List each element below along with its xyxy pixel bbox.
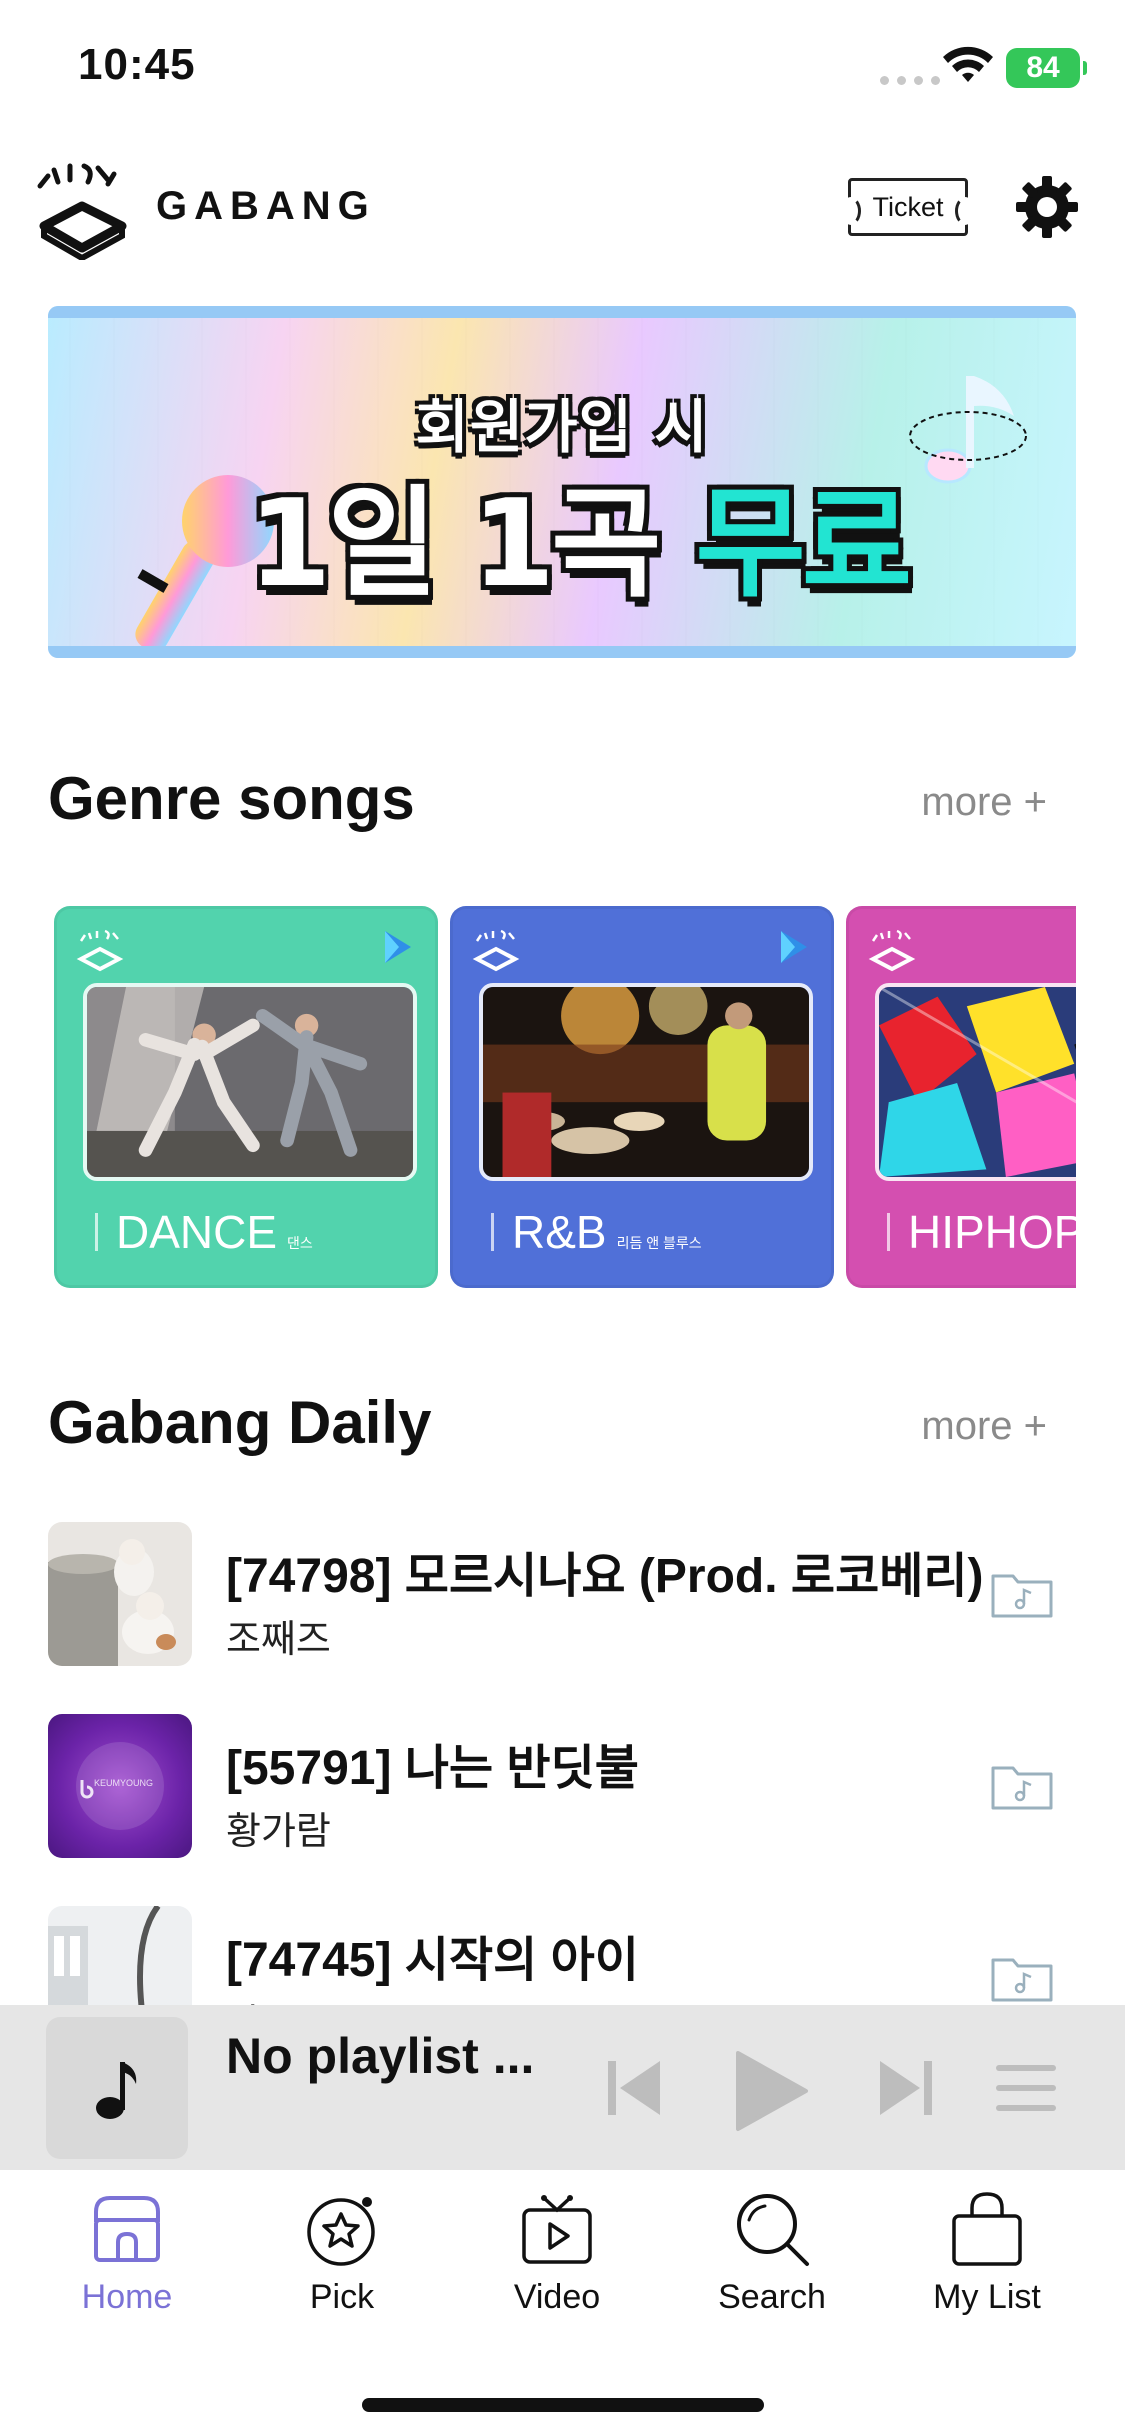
banner-top-stripe (48, 306, 1076, 318)
playlist-menu-icon[interactable] (996, 2065, 1056, 2111)
bottom-tab-bar: Home Pick Video Search My List (0, 2170, 1125, 2436)
genre-carousel[interactable]: DANCE 댄스 R&B 리듬 앤 블루스 HIPHOP (48, 900, 1076, 1295)
genre-name: HIPHOP (908, 1206, 1076, 1258)
daily-list-item[interactable]: [74798] 모르시나요 (Prod. 로코베리) 조째즈 (48, 1522, 1078, 1672)
tab-pick[interactable]: Pick (252, 2190, 432, 2330)
daily-section-title: Gabang Daily (48, 1389, 432, 1456)
song-artist: 황가람 (226, 1811, 331, 1853)
daily-list-item[interactable]: KEUMYOUNG [55791] 나는 반딧불 황가람 (48, 1714, 1078, 1864)
genre-card-rnb[interactable]: R&B 리듬 앤 블루스 (450, 906, 834, 1288)
status-bar: 10:45 84 (0, 0, 1125, 140)
song-title: [74745] 시작의 아이 (226, 1934, 639, 1987)
song-artist: 마크툽 (226, 1992, 331, 2005)
daily-list-item[interactable]: [74745] 시작의 아이 마크툽 (48, 1906, 1078, 2005)
previous-track-icon[interactable] (604, 2057, 664, 2119)
next-track-icon[interactable] (876, 2057, 936, 2119)
banner-bottom-stripe (48, 646, 1076, 658)
add-to-folder-icon[interactable] (990, 1758, 1054, 1812)
tab-label: Video (513, 2278, 601, 2316)
genre-card-dance[interactable]: DANCE 댄스 (54, 906, 438, 1288)
genre-name: R&B (512, 1206, 607, 1258)
genre-card-hiphop[interactable]: HIPHOP 힙합 (846, 906, 1076, 1288)
gabang-logo-icon (76, 929, 124, 972)
mini-player[interactable]: No playlist ... (0, 2005, 1125, 2170)
genre-card-title: DANCE 댄스 (95, 1205, 313, 1259)
genre-section-title: Genre songs (48, 765, 415, 832)
play-icon[interactable] (732, 2049, 810, 2133)
song-title: [74798] 모르시나요 (Prod. 로코베리) (226, 1550, 984, 1603)
banner-offer-accent: 무료 (695, 475, 912, 614)
tab-label: My List (933, 2278, 1041, 2316)
add-to-folder-icon[interactable] (990, 1950, 1054, 2004)
play-badge-icon (385, 931, 411, 963)
genre-subtitle: 리듬 앤 블루스 (616, 1235, 702, 1251)
genre-card-title: R&B 리듬 앤 블루스 (491, 1205, 702, 1259)
banner-offer-main: 1일 1곡 (248, 475, 662, 614)
genre-photo-dance (83, 983, 417, 1181)
music-note-icon (96, 2062, 137, 2119)
genre-subtitle: 댄스 (287, 1235, 313, 1251)
song-thumbnail (48, 1522, 192, 1666)
genre-card-title: HIPHOP 힙합 (887, 1205, 1076, 1259)
play-badge-icon (781, 931, 807, 963)
promo-banner[interactable]: 회원가입 시 1일 1곡 무료 (48, 306, 1076, 658)
gabang-logo-icon (868, 929, 916, 972)
tab-label: Pick (309, 2278, 375, 2316)
tab-home[interactable]: Home (37, 2190, 217, 2330)
now-playing-artwork (46, 2017, 188, 2159)
home-icon (94, 2196, 160, 2262)
search-icon (737, 2194, 809, 2266)
genre-more-link[interactable]: more + (921, 780, 1047, 825)
tab-video[interactable]: Video (467, 2190, 647, 2330)
gabang-logo-icon (37, 163, 127, 260)
gear-icon[interactable] (1014, 174, 1080, 240)
song-thumbnail (48, 1906, 192, 2005)
video-icon (522, 2195, 592, 2264)
tab-label: Home (81, 2278, 173, 2316)
app-header: GABANG Ticket (0, 150, 1125, 270)
now-playing-title: No playlist ... (226, 2028, 535, 2084)
wifi-icon (943, 46, 993, 82)
tab-my-list[interactable]: My List (897, 2190, 1077, 2330)
gabang-logo-icon (472, 929, 520, 972)
thumb-brand: KEUMYOUNG (94, 1778, 153, 1788)
status-time: 10:45 (78, 40, 196, 89)
cellular-signal-icon (880, 76, 940, 85)
home-indicator[interactable] (362, 2398, 764, 2412)
song-artist: 조째즈 (226, 1619, 331, 1661)
bag-icon (952, 2192, 1022, 2266)
tab-search[interactable]: Search (682, 2190, 862, 2330)
banner-offer: 1일 1곡 무료 (248, 446, 912, 620)
daily-more-link[interactable]: more + (921, 1404, 1047, 1449)
ticket-button[interactable]: Ticket (841, 178, 975, 236)
tab-label: Search (718, 2278, 826, 2316)
pick-icon (307, 2197, 375, 2266)
logo-text: GABANG (156, 184, 376, 228)
battery-icon: 84 (1006, 48, 1087, 88)
song-thumbnail: KEUMYOUNG (48, 1714, 192, 1858)
song-title: [55791] 나는 반딧불 (226, 1742, 639, 1795)
genre-photo-rnb (479, 983, 813, 1181)
add-to-folder-icon[interactable] (990, 1566, 1054, 1620)
genre-photo-hiphop (875, 983, 1076, 1181)
genre-name: DANCE (116, 1206, 278, 1258)
